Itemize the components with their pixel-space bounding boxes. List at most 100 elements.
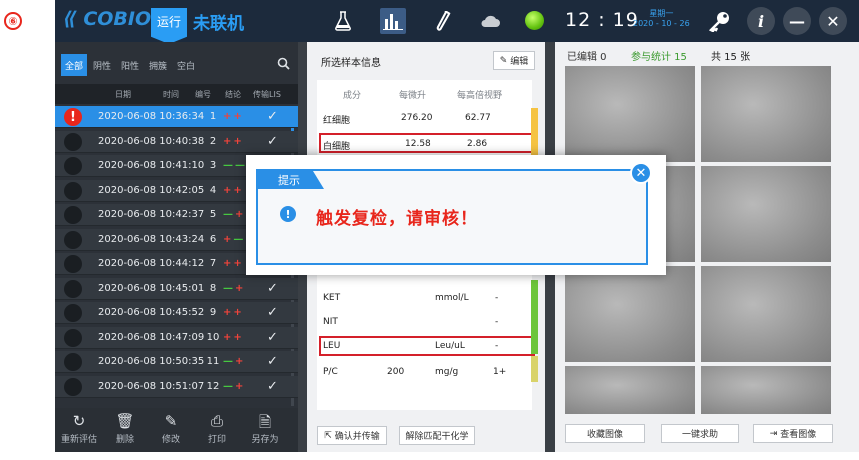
filter-cluster[interactable]: 拥簇 — [145, 54, 171, 76]
dialog-close-icon[interactable]: ✕ — [630, 162, 652, 184]
status-dot[interactable] — [64, 279, 82, 298]
row-number: 8 — [209, 282, 217, 294]
micro-image[interactable] — [701, 166, 831, 262]
level-bar — [531, 356, 538, 382]
alert-icon[interactable]: ! — [64, 108, 82, 126]
status-dot[interactable] — [64, 132, 82, 151]
delete-button[interactable]: 🗑 删除 — [105, 412, 145, 445]
row-number: 4 — [209, 184, 217, 196]
micro-image[interactable] — [565, 366, 695, 414]
status-dot[interactable] — [64, 230, 82, 249]
table-row[interactable]: P/C 200 mg/g 1+ — [317, 360, 532, 384]
filter-blank[interactable]: 空白 — [173, 54, 199, 76]
result-mark: — — [233, 233, 244, 245]
run-tab[interactable]: 运行 — [151, 8, 187, 44]
delete-label: 删除 — [115, 435, 134, 445]
row-datetime: 2020-06-08 10:43:24 — [98, 233, 205, 245]
sample-row[interactable]: 2020-06-08 10:50:35 11— + ✓ — [55, 351, 298, 373]
row-datetime: 2020-06-08 10:40:38 — [98, 135, 205, 147]
filter-negative[interactable]: 阴性 — [89, 54, 115, 76]
search-icon[interactable] — [277, 57, 290, 73]
close-icon[interactable]: ✕ — [819, 7, 847, 35]
status-dot[interactable] — [64, 181, 82, 200]
sample-row[interactable]: 2020-06-08 10:47:09 10 + + ✓ — [55, 326, 298, 349]
reevaluate-button[interactable]: ↻ 重新评估 — [59, 412, 99, 445]
collect-image-button[interactable]: 收藏图像 — [565, 424, 645, 443]
result-mark: + — [235, 209, 244, 220]
status-dot[interactable] — [64, 157, 82, 175]
lis-check-icon: ✓ — [267, 280, 278, 296]
row-result: — — — [223, 160, 245, 171]
table-row[interactable]: KET mmol/L - — [317, 286, 532, 310]
unmatch-button[interactable]: 解除匹配干化学 — [399, 426, 475, 445]
print-label: 打印 — [207, 435, 226, 445]
status-dot[interactable] — [64, 377, 82, 396]
sample-row[interactable]: 2020-06-08 10:40:38 2 + + ✓ — [55, 130, 298, 153]
confirm-transmit-button[interactable]: ⇱ 确认并传输 — [317, 426, 387, 445]
status-dot[interactable] — [64, 255, 82, 273]
row-number: 2 — [209, 135, 217, 147]
row-datetime: 2020-06-08 10:45:52 — [98, 307, 205, 318]
sample-row[interactable]: ! 2020-06-08 10:36:34 1 + + ✓ — [55, 106, 298, 128]
result-mark: + — [233, 258, 242, 269]
table-row[interactable]: 红细胞 276.20 62.77 — [317, 106, 532, 130]
row-number: 1 — [209, 111, 217, 122]
key-icon[interactable] — [707, 8, 733, 34]
result-mark: + — [223, 233, 232, 245]
lis-check-icon: ✓ — [267, 133, 278, 149]
edit-info-button[interactable]: ✎ 编辑 — [493, 51, 535, 70]
filter-all[interactable]: 全部 — [61, 54, 87, 76]
flask-icon[interactable] — [330, 8, 356, 34]
result-mark: + — [235, 356, 244, 367]
filter-positive[interactable]: 阳性 — [117, 54, 143, 76]
result-mark: + — [235, 282, 244, 294]
header-no: 编号 — [195, 90, 211, 99]
highlight-box-wbc — [319, 133, 535, 153]
chart-icon[interactable] — [380, 8, 406, 34]
save-as-button[interactable]: 🗎 另存为 — [245, 412, 285, 445]
test-tube-icon[interactable] — [430, 8, 456, 34]
cell-value: 276.20 — [401, 113, 433, 123]
row-datetime: 2020-06-08 10:51:07 — [98, 380, 205, 392]
row-result: + + — [223, 307, 242, 318]
header-result: 结论 — [225, 90, 241, 99]
dialog-message: 触发复检，请审核！ — [316, 209, 478, 229]
micro-image[interactable] — [701, 366, 831, 414]
table-row[interactable]: NIT - — [317, 310, 532, 334]
status-dot[interactable] — [64, 206, 82, 224]
cell-unit: mmol/L — [435, 293, 469, 303]
status-dot[interactable] — [64, 304, 82, 322]
row-result: — + — [223, 209, 243, 220]
micro-image[interactable] — [701, 266, 831, 362]
level-bar — [531, 280, 538, 354]
row-result: — + — [223, 381, 243, 392]
cloud-icon[interactable] — [477, 8, 503, 34]
refresh-icon: ↻ — [72, 412, 86, 430]
result-mark: + — [233, 135, 242, 147]
micro-image[interactable] — [565, 66, 695, 162]
status-dot[interactable] — [64, 353, 82, 371]
view-image-label: 查看图像 — [780, 430, 817, 440]
result-mark: — — [223, 209, 233, 220]
result-mark: + — [223, 307, 232, 318]
select-all-dot[interactable] — [67, 89, 81, 99]
sample-row[interactable]: 2020-06-08 10:51:07 12— + ✓ — [55, 375, 298, 398]
view-image-button[interactable]: ⇥ 查看图像 — [753, 424, 833, 443]
result-mark: + — [223, 111, 232, 122]
row-result: + + — [223, 111, 242, 122]
row-number: 3 — [209, 160, 217, 171]
edit-button[interactable]: ✎ 修改 — [151, 412, 191, 445]
print-button[interactable]: ⎙ 打印 — [197, 412, 237, 445]
micro-image[interactable] — [565, 266, 695, 362]
minimize-icon[interactable]: — — [783, 7, 811, 35]
micro-image[interactable] — [701, 66, 831, 162]
status-dot[interactable] — [64, 328, 82, 347]
help-button[interactable]: 一键求助 — [661, 424, 739, 443]
result-mark: — — [235, 160, 245, 171]
cell-unit: mg/g — [435, 367, 459, 377]
result-mark: + — [233, 331, 242, 343]
sample-row[interactable]: 2020-06-08 10:45:01 8 — + ✓ — [55, 277, 298, 300]
row-number: 5 — [209, 209, 217, 220]
info-icon[interactable]: i — [747, 7, 775, 35]
sample-row[interactable]: 2020-06-08 10:45:52 9 + + ✓ — [55, 302, 298, 324]
